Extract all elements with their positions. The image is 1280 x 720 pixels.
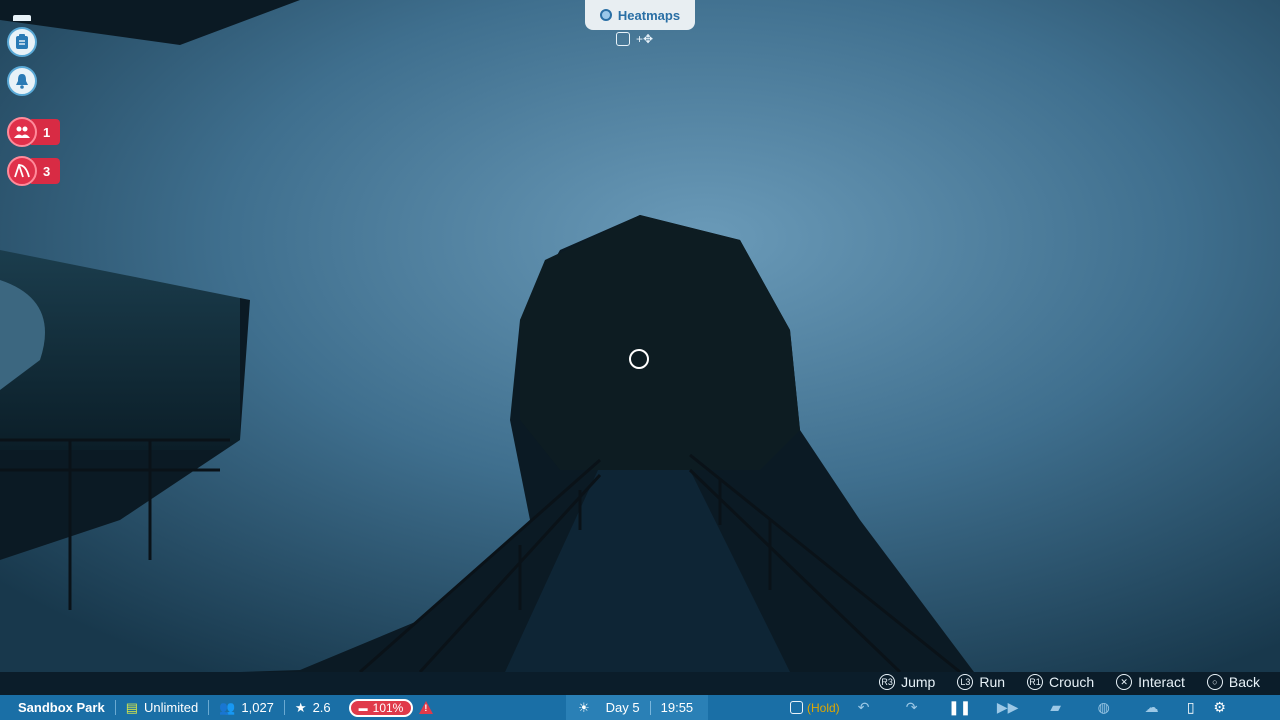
hint-interact: ✕ Interact [1116,674,1185,690]
rides-alert[interactable]: 3 [7,156,61,186]
guests-icon [7,117,37,147]
rides-icon [7,156,37,186]
circle-button-icon: ○ [1206,674,1223,690]
day-value: Day 5 [605,700,640,715]
control-hints: R3 Jump L3 Run R1 Crouch ✕ Interact ○ Back [879,674,1260,690]
weather-icon[interactable]: ☁ [1128,699,1176,716]
touchpad-icon [616,32,630,46]
bell-icon [16,74,28,89]
warning-icon[interactable]: ! [419,701,434,714]
money-display[interactable]: ▤ Unlimited [116,695,208,720]
undo-icon[interactable]: ↶ [840,699,888,716]
finance-percent-badge[interactable]: ▬ 101% [348,698,414,717]
crosshair [629,349,649,369]
money-value: Unlimited [144,700,199,715]
clipboard-button[interactable] [7,27,37,57]
guests-display[interactable]: 👥 1,027 [209,695,284,720]
globe-icon[interactable]: ◍ [1080,699,1128,716]
hint-run-label: Run [979,674,1006,690]
mouse-icon[interactable]: ▯ [1176,699,1206,716]
pause-icon[interactable]: ❚❚ [936,699,984,716]
redo-icon[interactable]: ↷ [888,699,936,716]
hint-back-label: Back [1228,674,1260,690]
date-time-display[interactable]: ☀ Day 5 19:55 [566,695,708,720]
card-icon: ▬ [358,702,368,713]
hint-jump-label: Jump [901,674,936,690]
notifications-button[interactable] [7,66,37,96]
rating-display[interactable]: ★ 2.6 [285,695,341,720]
star-icon: ★ [294,699,307,715]
rating-value: 2.6 [312,700,331,715]
gear-icon[interactable]: ⚙ [1206,699,1234,716]
hold-label: (Hold) [807,700,840,715]
touchpad-hold-icon [790,701,803,714]
guests-alert[interactable]: 1 [7,117,61,147]
hint-run: L3 Run [957,674,1005,690]
divider [649,700,651,715]
menu-tab[interactable] [13,15,31,21]
clipboard-icon [16,34,28,49]
hint-interact-label: Interact [1138,674,1185,690]
r1-button-icon: R1 [1027,674,1044,690]
heatmaps-hint: +✥ [616,32,653,46]
hint-crouch-label: Crouch [1049,674,1095,690]
sun-icon: ☀ [578,699,590,715]
play-fast-icon[interactable]: ▶▶ [984,699,1032,716]
guests-count-icon: 👥 [219,699,236,715]
heatmaps-icon [599,9,612,21]
camera-off-icon[interactable]: ▰ [1032,699,1080,716]
speed-controls: (Hold) ↶ ↷ ❚❚ ▶▶ ▰ ◍ ☁ ▯ ⚙ [780,695,1280,720]
cross-button-icon: ✕ [1116,674,1133,690]
percent-value: 101% [372,700,404,715]
guests-value: 1,027 [241,700,274,715]
hint-back: ○ Back [1206,674,1260,690]
heatmaps-button[interactable]: Heatmaps [585,0,695,30]
hint-jump: R3 Jump [879,674,935,690]
time-value: 19:55 [660,700,694,715]
dpad-icon: +✥ [636,32,654,46]
park-name[interactable]: Sandbox Park [0,695,115,720]
r3-button-icon: R3 [879,674,896,690]
hint-crouch: R1 Crouch [1027,674,1094,690]
l3-button-icon: L3 [957,674,974,690]
coins-icon: ▤ [125,699,138,715]
heatmaps-label: Heatmaps [617,7,681,23]
